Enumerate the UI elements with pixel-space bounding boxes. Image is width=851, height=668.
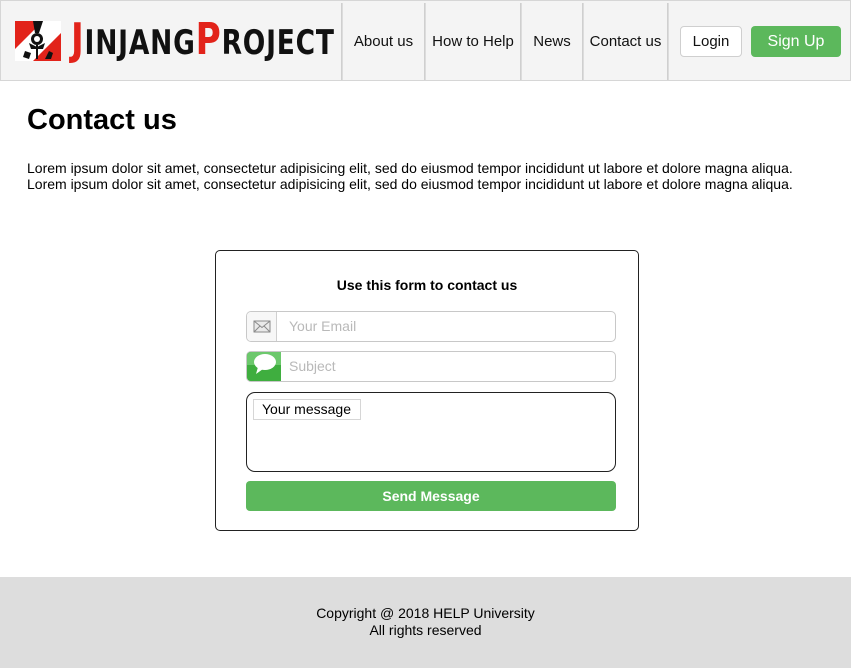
page-title: Contact us: [27, 104, 177, 136]
chat-bubble-icon: [247, 352, 281, 381]
logo-wordmark: JINJANGPROJECT: [71, 17, 335, 65]
logo-letter-p: P: [195, 13, 222, 65]
logo-word-roject: ROJECT: [221, 22, 335, 63]
nav-divider: [667, 3, 669, 80]
nav-item-how-to-help[interactable]: How to Help: [426, 3, 520, 80]
subject-input[interactable]: Subject: [289, 352, 336, 381]
nav-item-about-us[interactable]: About us: [343, 3, 424, 80]
contact-form: Use this form to contact us Your Email S…: [215, 250, 639, 531]
nav-item-news[interactable]: News: [522, 3, 582, 80]
form-heading: Use this form to contact us: [336, 277, 518, 293]
site-logo[interactable]: JINJANGPROJECT: [15, 17, 335, 65]
nav-item-contact-us[interactable]: Contact us: [584, 3, 667, 80]
subject-field[interactable]: Subject: [246, 351, 616, 382]
logo-word-injang: INJANG: [84, 22, 196, 63]
message-textarea[interactable]: Your message: [246, 392, 616, 472]
logo-letter-j: J: [71, 13, 85, 65]
navbar: JINJANGPROJECT About us How to Help News…: [0, 0, 851, 81]
logo-emblem-icon: [15, 19, 61, 63]
email-input[interactable]: Your Email: [289, 312, 356, 341]
footer-rights: All rights reserved: [369, 622, 482, 638]
intro-paragraph: Lorem ipsum dolor sit amet, consectetur …: [27, 160, 793, 192]
footer-copyright: Copyright @ 2018 HELP University: [316, 605, 535, 621]
login-button[interactable]: Login: [680, 26, 742, 57]
envelope-icon: [247, 312, 277, 341]
message-placeholder: Your message: [253, 399, 361, 420]
send-message-button[interactable]: Send Message: [246, 481, 616, 511]
email-field[interactable]: Your Email: [246, 311, 616, 342]
footer: Copyright @ 2018 HELP University All rig…: [0, 577, 851, 668]
signup-button[interactable]: Sign Up: [751, 26, 841, 57]
